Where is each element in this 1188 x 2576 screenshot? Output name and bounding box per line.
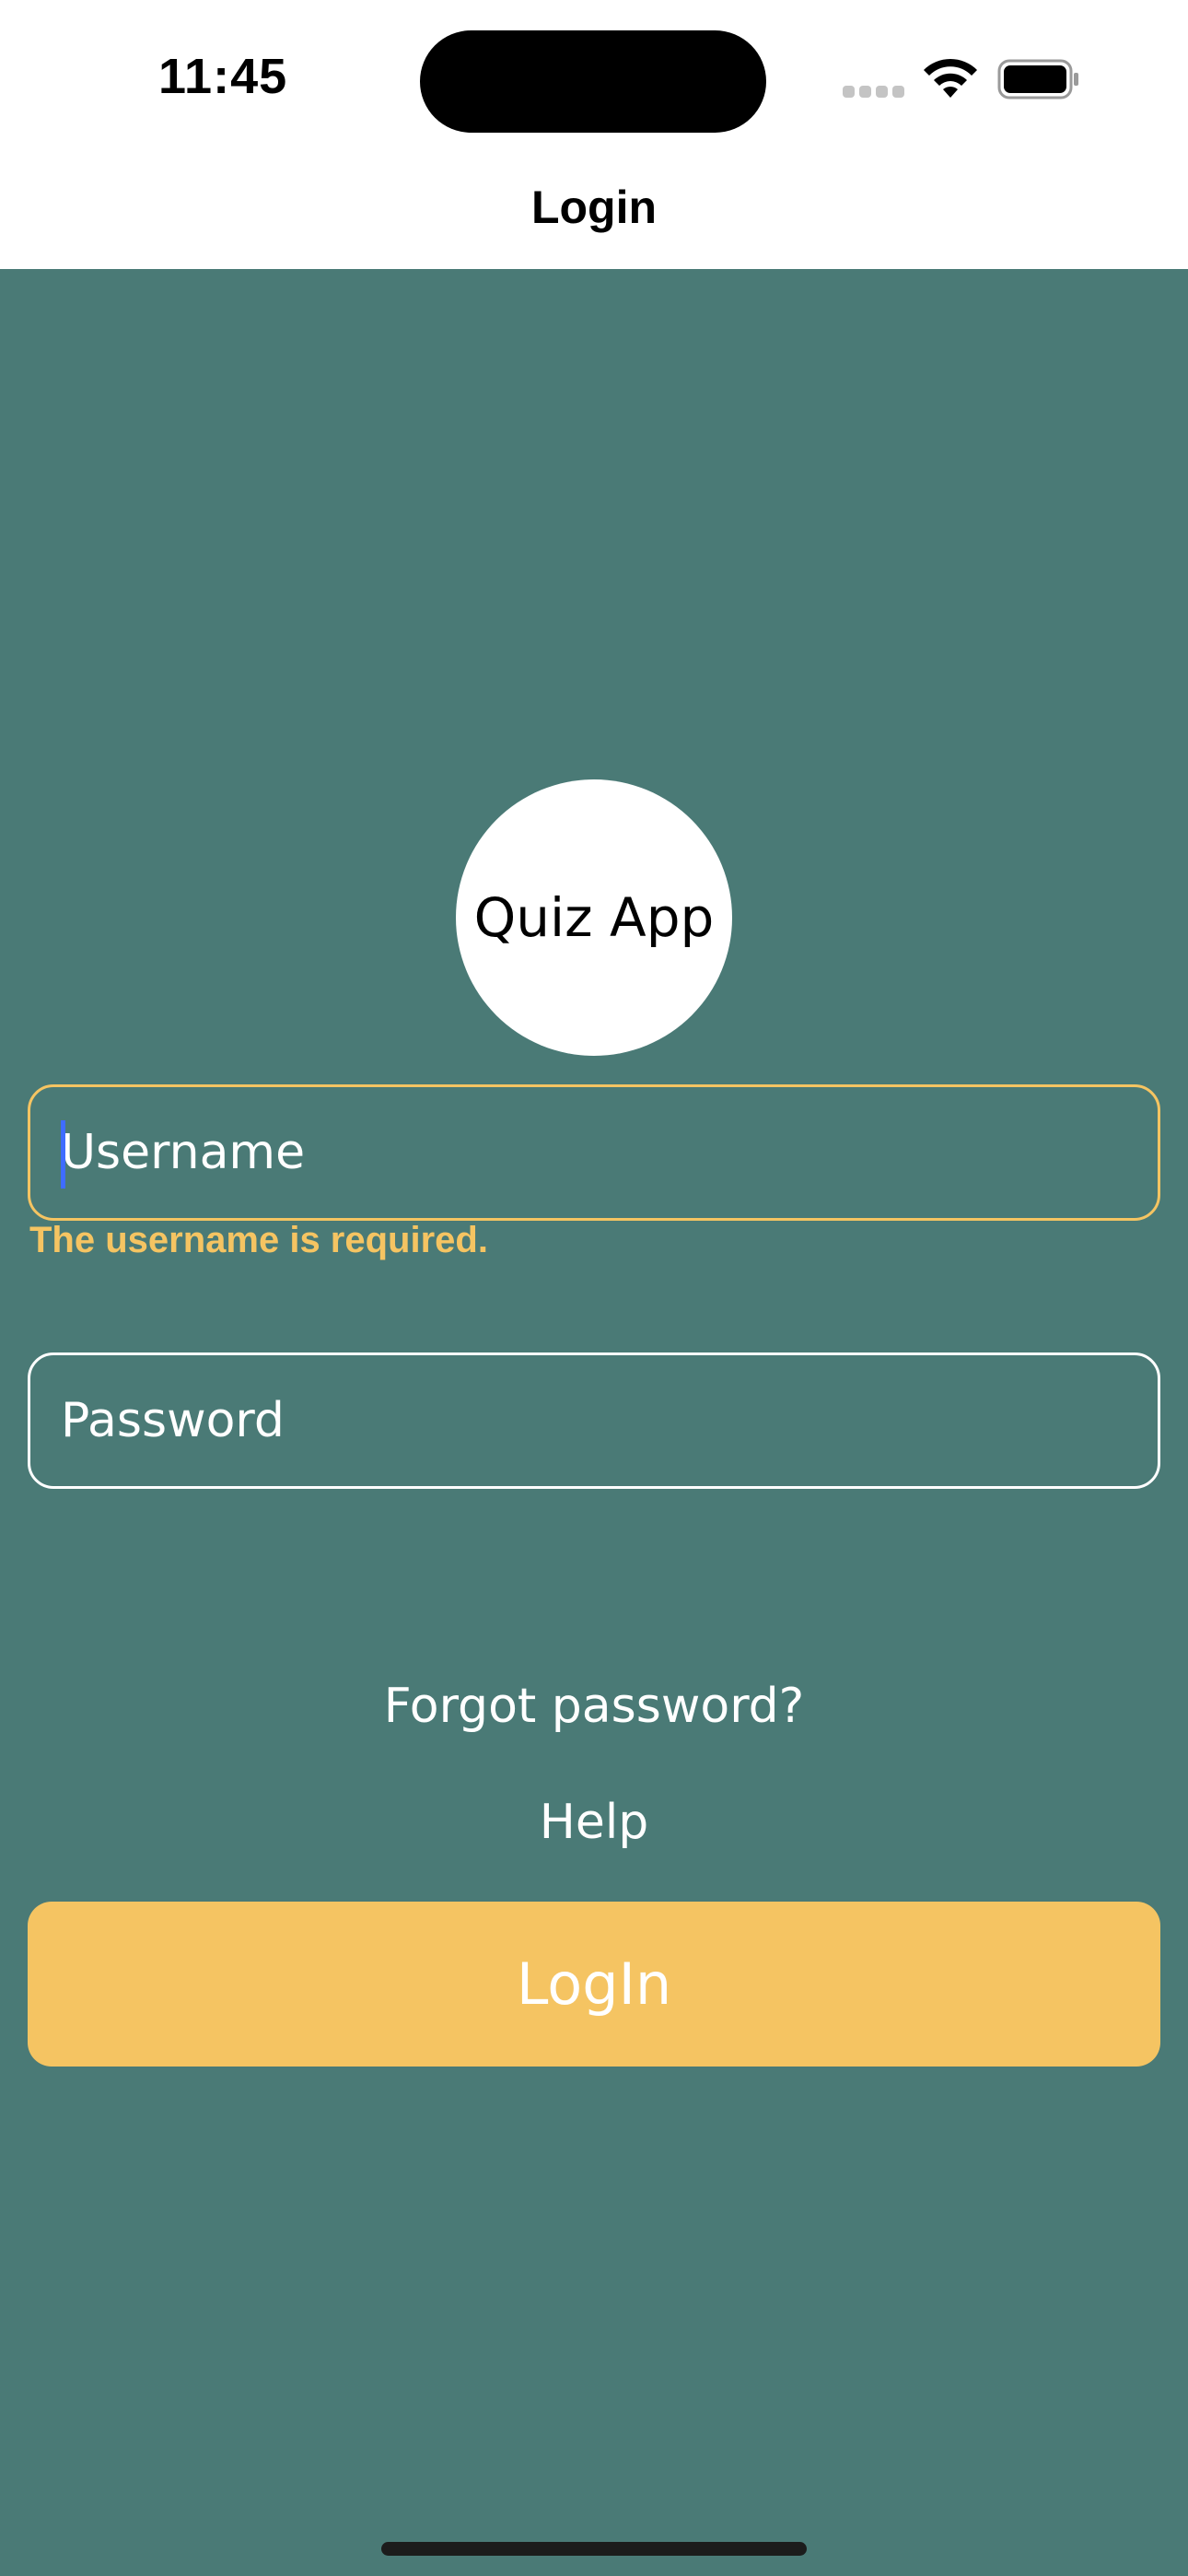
login-button-label: LogIn — [516, 1950, 672, 2018]
forgot-password-link[interactable]: Forgot password? — [0, 1679, 1188, 1734]
app-logo-text: Quiz App — [473, 886, 715, 949]
username-error-message: The username is required. — [29, 1220, 488, 1260]
text-caret — [61, 1120, 65, 1188]
password-field[interactable]: Password — [28, 1352, 1160, 1489]
username-field[interactable]: Username — [28, 1084, 1160, 1221]
header-bar: 11:45 Login — [0, 0, 1188, 269]
page-title: Login — [530, 181, 658, 233]
password-placeholder: Password — [61, 1393, 285, 1448]
app-logo: Quiz App — [456, 779, 732, 1056]
login-button[interactable]: LogIn — [28, 1902, 1160, 2067]
cellular-signal-icon — [843, 86, 904, 99]
help-link[interactable]: Help — [0, 1795, 1188, 1850]
username-placeholder: Username — [61, 1125, 306, 1180]
home-indicator[interactable] — [381, 2542, 807, 2556]
status-time: 11:45 — [158, 49, 288, 104]
wifi-icon — [921, 57, 980, 101]
dynamic-island — [420, 30, 766, 133]
battery-icon — [997, 59, 1080, 100]
